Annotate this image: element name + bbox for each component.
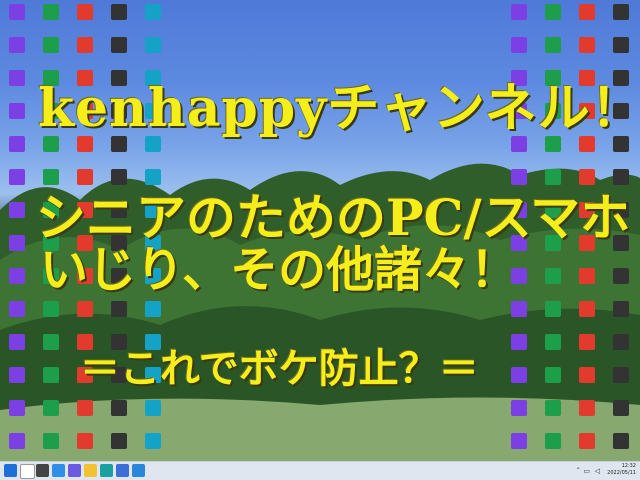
desktop-shortcut-icon[interactable] [77,301,93,317]
network-icon[interactable]: ▭ [583,467,590,475]
desktop-shortcut-icon[interactable] [545,367,561,383]
desktop-shortcut-icon[interactable] [613,301,629,317]
desktop-shortcut-icon[interactable] [43,400,59,416]
desktop-shortcut-icon[interactable] [9,400,25,416]
widgets-icon[interactable] [52,464,65,477]
banner-title: kenhappyチャンネル！ [38,78,640,139]
edge-icon[interactable] [100,464,113,477]
desktop-shortcut-icon[interactable] [579,334,595,350]
store-icon[interactable] [116,464,129,477]
desktop-shortcut-icon[interactable] [9,268,25,284]
desktop-shortcut-icon[interactable] [511,367,527,383]
desktop-shortcut-icon[interactable] [145,400,161,416]
desktop-shortcut-icon[interactable] [511,4,527,20]
desktop-shortcut-icon[interactable] [9,136,25,152]
desktop-shortcut-icon[interactable] [9,235,25,251]
desktop-shortcut-icon[interactable] [9,202,25,218]
task-view-icon[interactable] [36,464,49,477]
desktop-shortcut-icon[interactable] [511,37,527,53]
desktop-shortcut-icon[interactable] [9,334,25,350]
desktop-shortcut-icon[interactable] [43,4,59,20]
desktop-shortcut-icon[interactable] [77,400,93,416]
desktop-shortcut-icon[interactable] [9,37,25,53]
clock[interactable]: 12:32 2022/05/11 [607,463,636,477]
desktop-shortcut-icon[interactable] [9,4,25,20]
desktop-shortcut-icon[interactable] [111,301,127,317]
clock-time: 12:32 [621,463,636,469]
banner-line3: いじり、その他諸々！ [40,242,519,298]
desktop-shortcut-icon[interactable] [43,301,59,317]
desktop-shortcut-icon[interactable] [613,268,629,284]
desktop-shortcut-icon[interactable] [43,367,59,383]
desktop-shortcut-icon[interactable] [145,37,161,53]
file-explorer-icon[interactable] [84,464,97,477]
desktop-shortcut-icon[interactable] [145,301,161,317]
desktop-shortcut-icon[interactable] [511,301,527,317]
desktop-shortcut-icon[interactable] [9,70,25,86]
desktop-shortcut-icon[interactable] [511,433,527,449]
desktop-shortcut-icon[interactable] [545,433,561,449]
desktop-shortcut-icon[interactable] [579,301,595,317]
chat-icon[interactable] [68,464,81,477]
desktop-shortcut-icon[interactable] [9,103,25,119]
desktop-shortcut-icon[interactable] [145,4,161,20]
desktop-shortcut-icon[interactable] [111,37,127,53]
desktop-shortcut-icon[interactable] [613,334,629,350]
taskbar: ˄ ▭ ◁ 12:32 2022/05/11 [0,461,640,480]
desktop-shortcut-icon[interactable] [43,433,59,449]
desktop-shortcut-icon[interactable] [579,400,595,416]
desktop-shortcut-icon[interactable] [579,4,595,20]
desktop-shortcut-icon[interactable] [77,37,93,53]
desktop-shortcut-icon[interactable] [613,4,629,20]
desktop-shortcut-icon[interactable] [545,334,561,350]
desktop-shortcut-icon[interactable] [77,4,93,20]
desktop-shortcut-icon[interactable] [545,37,561,53]
desktop[interactable]: kenhappyチャンネル！ シニアのためのPC/スマホ いじり、その他諸々！ … [0,0,640,461]
desktop-shortcut-icon[interactable] [545,268,561,284]
clock-date: 2022/05/11 [607,470,636,476]
chevron-up-icon[interactable]: ˄ [577,467,581,475]
desktop-shortcut-icon[interactable] [613,400,629,416]
desktop-shortcut-icon[interactable] [77,433,93,449]
search-icon[interactable] [20,464,35,479]
desktop-shortcut-icon[interactable] [111,400,127,416]
desktop-shortcut-icon[interactable] [613,367,629,383]
volume-icon[interactable]: ◁ [595,467,600,475]
desktop-shortcut-icon[interactable] [511,334,527,350]
desktop-shortcut-icon[interactable] [545,301,561,317]
desktop-shortcut-icon[interactable] [511,400,527,416]
desktop-shortcut-icon[interactable] [579,37,595,53]
desktop-shortcut-icon[interactable] [9,433,25,449]
desktop-shortcut-icon[interactable] [111,4,127,20]
desktop-shortcut-icon[interactable] [145,433,161,449]
desktop-shortcut-icon[interactable] [9,367,25,383]
desktop-shortcut-icon[interactable] [613,37,629,53]
desktop-shortcut-icon[interactable] [579,433,595,449]
desktop-shortcut-icon[interactable] [545,400,561,416]
desktop-shortcut-icon[interactable] [613,433,629,449]
desktop-shortcut-icon[interactable] [9,301,25,317]
desktop-shortcut-icon[interactable] [579,367,595,383]
banner-line4: ＝これでボケ防止？＝ [80,345,479,392]
mail-icon[interactable] [132,464,145,477]
desktop-shortcut-icon[interactable] [579,268,595,284]
desktop-shortcut-icon[interactable] [545,4,561,20]
desktop-shortcut-icon[interactable] [111,433,127,449]
desktop-shortcut-icon[interactable] [43,334,59,350]
desktop-shortcut-icon[interactable] [9,169,25,185]
start-icon[interactable] [4,464,17,477]
desktop-shortcut-icon[interactable] [43,37,59,53]
